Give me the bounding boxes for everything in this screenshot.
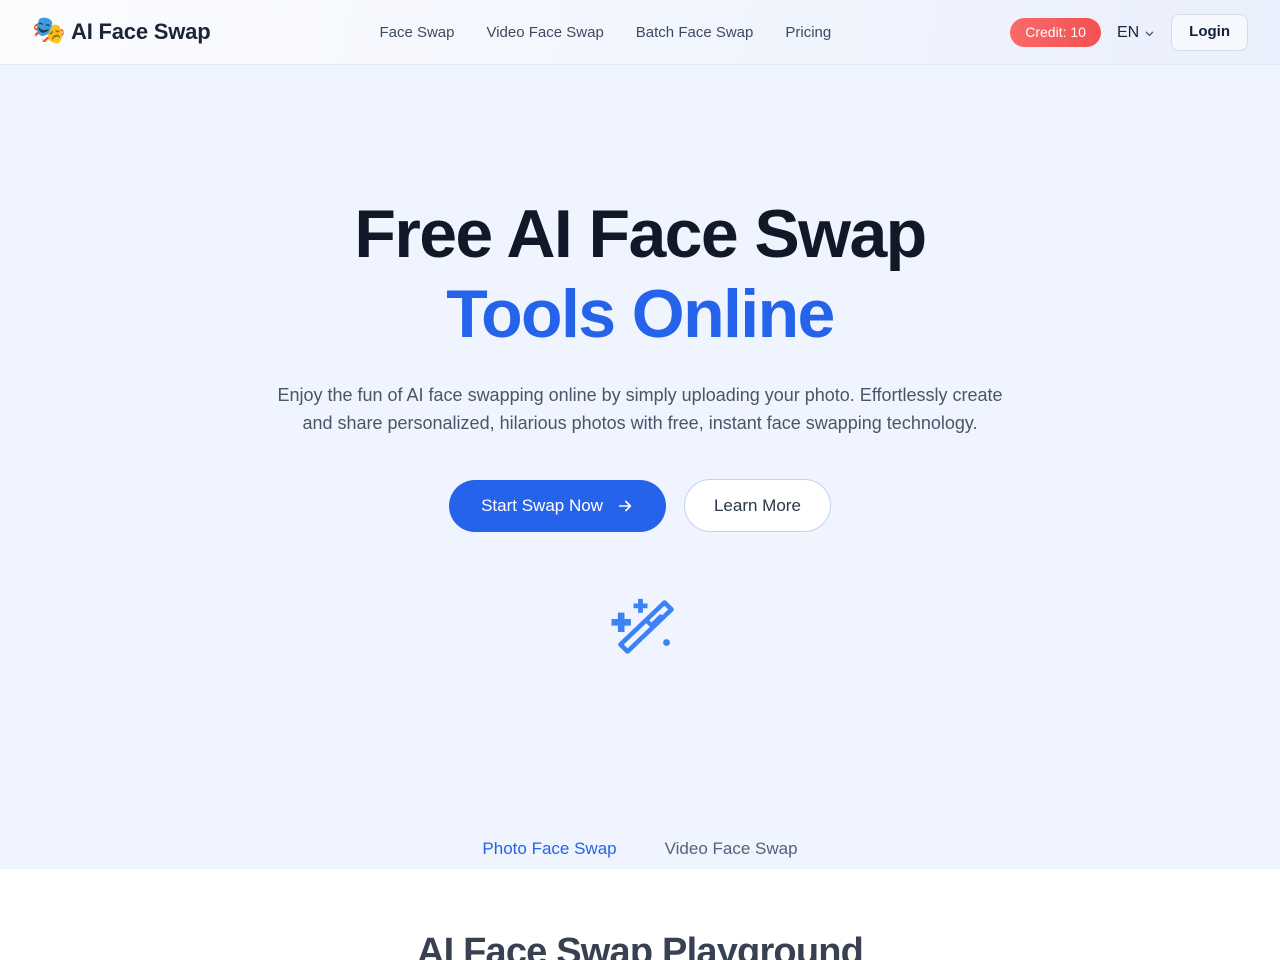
hero-cta-row: Start Swap Now Learn More	[0, 479, 1280, 532]
hero-subtitle: Enjoy the fun of AI face swapping online…	[277, 385, 1003, 433]
learn-more-button[interactable]: Learn More	[683, 479, 831, 532]
chevron-down-icon	[1144, 28, 1155, 39]
playground-section: AI Face Swap Playground	[0, 869, 1280, 960]
magic-wand-sparkle-icon	[603, 596, 677, 659]
language-selector-label: EN	[1116, 23, 1140, 41]
page-title: Free AI Face Swap Tools Online	[0, 65, 1280, 348]
header-actions: Credit: 10 EN Login	[1010, 0, 1248, 65]
hero-decoration	[0, 596, 1280, 659]
playground-title: AI Face Swap Playground	[416, 931, 864, 960]
hero-section: Free AI Face Swap Tools Online Enjoy the…	[0, 65, 1280, 881]
nav-item-batch-face-swap[interactable]: Batch Face Swap	[636, 24, 754, 41]
main-nav: Face Swap Video Face Swap Batch Face Swa…	[379, 24, 831, 41]
arrow-right-icon	[616, 497, 634, 515]
credit-badge[interactable]: Credit: 10	[1010, 18, 1101, 47]
hero-title-line-2: Tools Online	[446, 276, 835, 352]
brand-logo-link[interactable]: 🎭 AI Face Swap	[32, 15, 211, 47]
start-swap-now-label: Start Swap Now	[481, 496, 603, 515]
nav-item-video-face-swap[interactable]: Video Face Swap	[486, 24, 603, 41]
start-swap-now-button[interactable]: Start Swap Now	[449, 479, 666, 532]
nav-item-pricing[interactable]: Pricing	[785, 24, 831, 41]
language-selector[interactable]: EN	[1115, 20, 1157, 46]
nav-item-face-swap[interactable]: Face Swap	[379, 24, 454, 41]
theater-masks-icon: 🎭	[32, 15, 66, 45]
site-header: 🎭 AI Face Swap Face Swap Video Face Swap…	[0, 0, 1280, 65]
hero-title-line-1: Free AI Face Swap	[354, 196, 927, 272]
brand-name: AI Face Swap	[71, 19, 211, 44]
login-button[interactable]: Login	[1171, 14, 1248, 51]
